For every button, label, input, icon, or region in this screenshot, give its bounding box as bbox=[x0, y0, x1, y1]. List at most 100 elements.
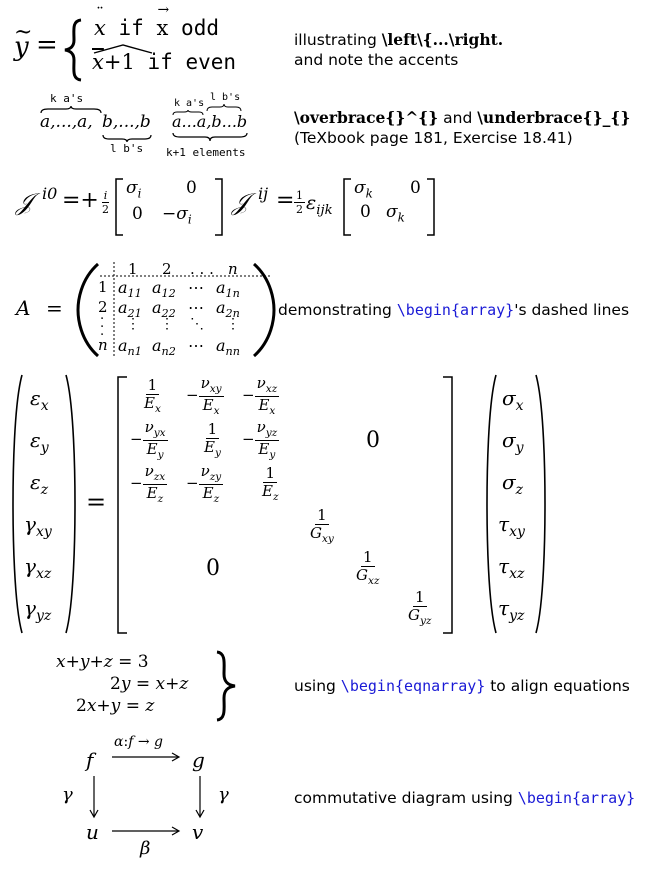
sigma-x: σx bbox=[502, 386, 524, 414]
m32: − νzy Ez bbox=[186, 462, 224, 505]
sigma-k: σk bbox=[354, 178, 373, 201]
superscript-i0: i0 bbox=[42, 184, 58, 203]
tilde-accent: ~ bbox=[14, 20, 33, 45]
overbrace-3 bbox=[206, 103, 242, 112]
header-2: 2 bbox=[162, 260, 172, 278]
desc-line2: and note the accents bbox=[294, 51, 459, 69]
desc-text: commutative diagram using bbox=[294, 789, 518, 807]
left-brace bbox=[64, 18, 82, 82]
desc-text: demonstrating bbox=[278, 301, 397, 319]
header-1: 1 bbox=[128, 260, 138, 278]
equals-3: = bbox=[46, 296, 63, 320]
eps-y: εy bbox=[30, 428, 49, 456]
equals-2: = bbox=[276, 188, 295, 213]
eps-x: εx bbox=[30, 386, 49, 414]
desc-suffix: 's dashed lines bbox=[514, 301, 630, 319]
m33: 1 Ez bbox=[262, 464, 279, 503]
case-row-odd: x ¨ if x → odd bbox=[94, 2, 219, 40]
arrow-label-gamma-left: γ bbox=[62, 784, 73, 805]
block1-description: illustrating \left\{...\right. and note … bbox=[294, 30, 503, 70]
zero-block-upper: 0 bbox=[366, 428, 380, 453]
underbrace-1 bbox=[102, 134, 152, 143]
superscript-ij: ij bbox=[258, 184, 269, 203]
m23: − νyz Ey bbox=[242, 418, 280, 461]
m11: 1 Ex bbox=[144, 376, 161, 415]
tau-xy: τxy bbox=[498, 512, 525, 540]
vector-right-paren-l bbox=[486, 374, 497, 634]
desc-command: \begin{eqnarray} bbox=[340, 677, 486, 695]
desc-command: \begin{array} bbox=[517, 789, 636, 807]
arrow-label-alpha: α:f → g bbox=[114, 734, 163, 750]
brace-equation: k a's a,...,a, b,...,b l b's k a's l b's… bbox=[38, 92, 278, 164]
ddots: ⋱ bbox=[190, 316, 204, 332]
compliance-matrix-equation: εx εy εz γxy γxz γyz = 1 Ex − νxy Ex − νxz Ex… bbox=[10, 372, 550, 638]
paren-right bbox=[252, 262, 276, 358]
vdots-3: ⋮ bbox=[226, 316, 240, 332]
a-sequence: a,...,a, bbox=[40, 112, 93, 132]
equals-4: = bbox=[86, 488, 107, 516]
case-row-even: x+1 if even bbox=[92, 44, 237, 74]
eq-3: 2x+y = z bbox=[76, 696, 155, 716]
minus-sigma-i: −σi bbox=[162, 204, 192, 227]
matrix-bracket-r bbox=[443, 376, 453, 634]
bracket-right-2 bbox=[427, 178, 435, 236]
eq-1-lhs: x+y+z = 3 bbox=[56, 652, 149, 672]
desc-command-2: \underbrace{}_{} bbox=[477, 108, 631, 127]
gamma-yz: γyz bbox=[24, 596, 52, 624]
underbrace-2 bbox=[172, 132, 248, 142]
nested-sequence: a...a,b...b bbox=[172, 112, 248, 131]
arrow-label-beta: β bbox=[140, 838, 151, 859]
vdots-2: ⋮ bbox=[160, 316, 174, 332]
desc-command-1: \overbrace{}^{} bbox=[294, 108, 439, 127]
bracket-left-2 bbox=[343, 178, 351, 236]
script-j-2: 𝒥 bbox=[232, 188, 249, 216]
eqnarray-system: x+y+z = 3 2y = x+z 2x+y = z bbox=[40, 648, 250, 724]
tau-yz: τyz bbox=[498, 596, 525, 624]
ann: ann bbox=[216, 336, 240, 359]
eq-2: 2y = x+z bbox=[110, 674, 189, 694]
case-if-odd: if bbox=[118, 16, 144, 40]
arrow-left-down bbox=[89, 776, 99, 819]
case-even-label: even bbox=[185, 50, 237, 74]
matrix-a-equation: A = 1 2 . . . n 1 2 ... n a11 a12 ⋯ a1n … bbox=[16, 260, 286, 360]
a1n: a1n bbox=[216, 278, 240, 301]
zero-2: 0 bbox=[132, 204, 143, 224]
right-brace bbox=[216, 650, 236, 722]
overbrace-label-1: k a's bbox=[50, 92, 84, 105]
arrow-label-gamma-right: γ bbox=[218, 784, 229, 805]
block7-description: commutative diagram using \begin{array} bbox=[294, 788, 635, 808]
vdots-1: ⋮ bbox=[126, 316, 140, 332]
m55: 1 Gxz bbox=[356, 548, 380, 587]
a11: a11 bbox=[118, 278, 142, 301]
node-g: g bbox=[192, 748, 205, 772]
m21: − νyx Ey bbox=[130, 418, 168, 461]
row-n: n bbox=[98, 336, 108, 354]
sigma-z: σz bbox=[502, 470, 524, 498]
desc-and: and bbox=[438, 109, 478, 127]
underbrace-label-2: k+1 elements bbox=[166, 146, 246, 159]
zero-1: 0 bbox=[186, 178, 197, 198]
b-sequence: b,...,b bbox=[102, 112, 151, 132]
m12: − νxy Ex bbox=[186, 374, 224, 417]
m31: − νzx Ez bbox=[130, 462, 168, 505]
desc-text: illustrating bbox=[294, 31, 382, 49]
j-operator-equation: 𝒥 i0 =+ i2 σi 0 0 −σi 𝒥 ij = 12 εijk σk … bbox=[16, 172, 436, 240]
desc-suffix: to align equations bbox=[485, 677, 630, 695]
matrix-bracket-l bbox=[117, 376, 127, 634]
desc-command: \begin{array} bbox=[396, 301, 515, 319]
block4-description: demonstrating \begin{array}'s dashed lin… bbox=[278, 300, 629, 320]
zero-4: 0 bbox=[360, 202, 371, 222]
overbrace-label-3: l b's bbox=[210, 92, 241, 103]
cdots-1: ⋯ bbox=[188, 278, 204, 297]
gamma-xz: γxz bbox=[24, 554, 52, 582]
desc-text: using bbox=[294, 677, 341, 695]
commutative-diagram: f α:f → g g γ γ u v β bbox=[56, 734, 246, 864]
m22: 1 Ey bbox=[204, 420, 221, 459]
script-j-1: 𝒥 bbox=[16, 188, 33, 216]
piecewise-equation: y ~ = x ¨ if x → odd x+1 if even bbox=[12, 2, 272, 84]
arrow-bottom bbox=[112, 826, 181, 836]
a12: a12 bbox=[152, 278, 176, 301]
overbrace-label-2: k a's bbox=[174, 98, 205, 109]
vector-right-paren-r bbox=[535, 374, 546, 634]
arrow-right-down bbox=[195, 776, 205, 819]
